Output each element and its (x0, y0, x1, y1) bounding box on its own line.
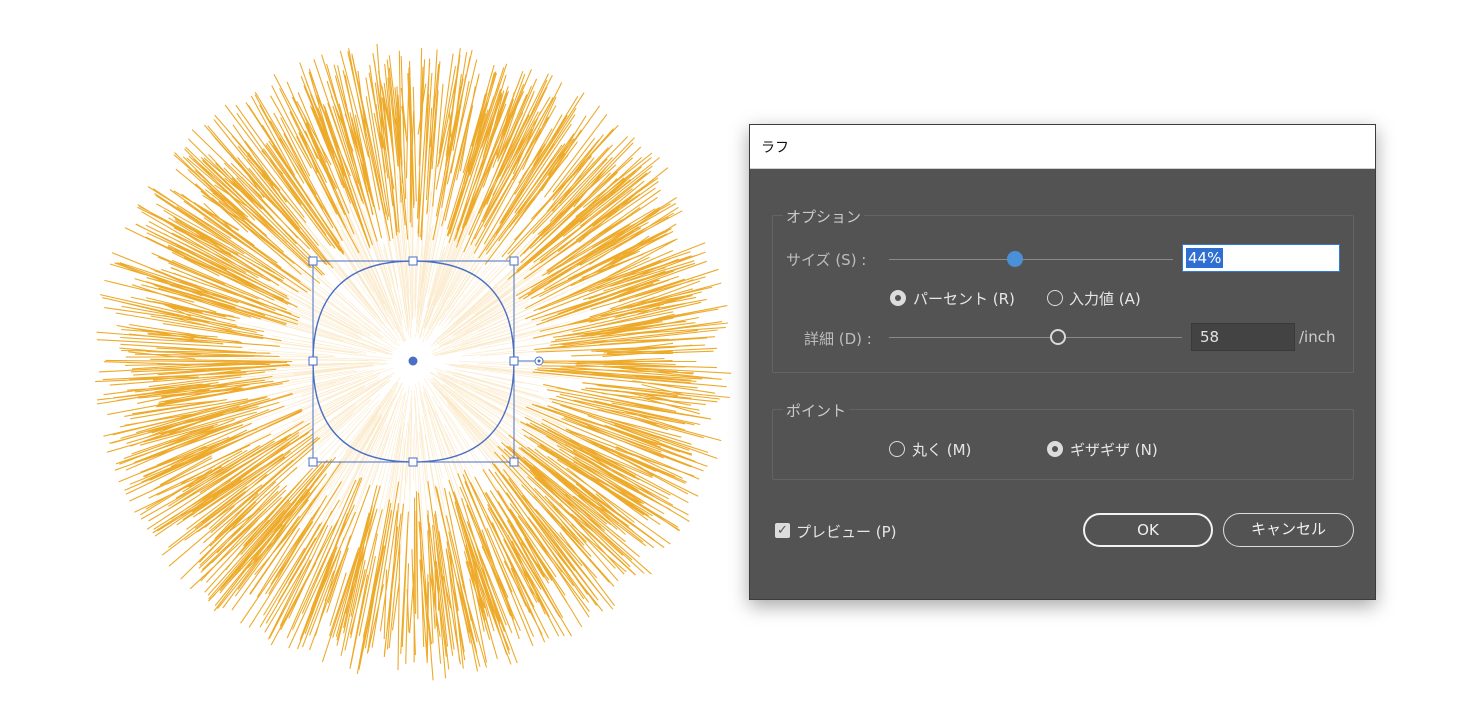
corner-radio[interactable] (1047, 441, 1063, 457)
corner-radio-label[interactable]: ギザギザ (N) (1070, 439, 1158, 460)
options-group-label: オプション (783, 206, 865, 227)
percent-radio-label[interactable]: パーセント (R) (913, 288, 1015, 309)
preview-label[interactable]: プレビュー (P) (796, 521, 897, 542)
roughen-dialog: ラフ オプション サイズ (S) : 44% パーセント (R) 入力値 (A)… (749, 124, 1376, 600)
handle-top-left[interactable] (308, 256, 318, 266)
size-input-value: 44% (1186, 248, 1224, 268)
handle-bottom-center[interactable] (408, 457, 418, 467)
size-label: サイズ (S) : (786, 251, 867, 269)
absolute-radio[interactable] (1047, 290, 1063, 306)
size-slider-thumb[interactable] (1007, 251, 1023, 267)
detail-slider-track[interactable] (889, 337, 1182, 338)
cancel-button[interactable]: キャンセル (1223, 513, 1354, 547)
points-group-label: ポイント (783, 400, 850, 421)
detail-unit: /inch (1299, 328, 1336, 346)
handle-middle-right[interactable] (509, 356, 519, 366)
handle-bottom-right[interactable] (509, 457, 519, 467)
detail-input-value: 58 (1200, 328, 1220, 346)
percent-radio[interactable] (890, 290, 906, 306)
absolute-radio-label[interactable]: 入力値 (A) (1069, 288, 1141, 309)
detail-input[interactable]: 58 (1191, 323, 1295, 351)
handle-middle-left[interactable] (308, 356, 318, 366)
center-point (408, 356, 418, 366)
preview-checkbox[interactable]: ✓ (775, 523, 790, 538)
artboard-canvas[interactable] (0, 0, 740, 718)
handle-top-center[interactable] (408, 256, 418, 266)
size-slider-track[interactable] (889, 259, 1173, 260)
smooth-radio-label[interactable]: 丸く (M) (912, 439, 971, 460)
handle-top-right[interactable] (509, 256, 519, 266)
size-input[interactable]: 44% (1182, 244, 1340, 272)
dialog-titlebar[interactable]: ラフ (750, 125, 1375, 169)
dialog-title: ラフ (761, 140, 789, 156)
points-group: ポイント (772, 400, 1354, 480)
detail-slider-thumb[interactable] (1050, 329, 1066, 345)
smooth-radio[interactable] (889, 441, 905, 457)
handle-bottom-left[interactable] (308, 457, 318, 467)
detail-label: 詳細 (D) : (804, 330, 872, 348)
ok-button[interactable]: OK (1083, 513, 1213, 547)
